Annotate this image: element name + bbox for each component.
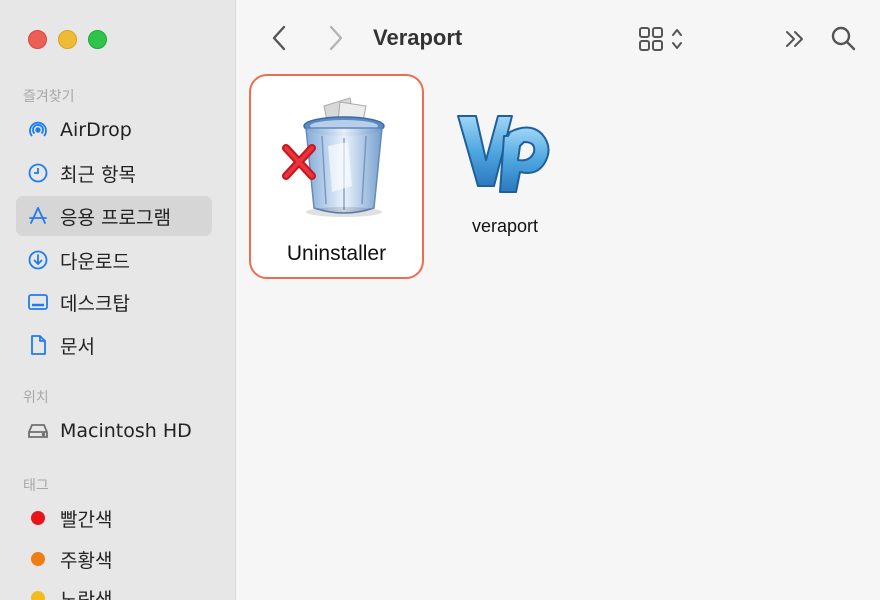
sidebar: 즐겨찾기 AirDrop 최근 항목 응용 프로그램 다운로드 데스크탑 문서 … <box>0 0 236 600</box>
applications-icon <box>26 204 50 228</box>
red-tag-icon <box>31 511 45 525</box>
sidebar-item-tag-orange[interactable]: 주황색 <box>16 539 212 579</box>
view-options-button[interactable] <box>633 24 689 54</box>
window-controls <box>28 30 107 49</box>
sidebar-item-desktop[interactable]: 데스크탑 <box>16 282 212 322</box>
sidebar-item-label: AirDrop <box>60 119 132 141</box>
sidebar-item-tag-red[interactable]: 빨간색 <box>16 498 212 538</box>
zoom-window-button[interactable] <box>88 30 107 49</box>
orange-tag-icon <box>31 552 45 566</box>
yellow-tag-icon <box>31 591 45 600</box>
sidebar-item-label: 데스크탑 <box>60 292 130 315</box>
file-item-label: Uninstaller <box>286 242 387 265</box>
sidebar-item-tag-yellow[interactable]: 노란색 <box>16 578 212 600</box>
sidebar-item-label: Macintosh HD <box>60 420 192 442</box>
file-item-veraport[interactable]: veraport <box>440 74 570 254</box>
sidebar-item-macintosh-hd[interactable]: Macintosh HD <box>16 411 212 451</box>
sidebar-item-label: 최근 항목 <box>60 163 136 186</box>
desktop-icon <box>26 290 50 314</box>
search-icon <box>831 26 856 51</box>
sidebar-item-downloads[interactable]: 다운로드 <box>16 240 212 280</box>
grid-view-icon <box>639 27 663 51</box>
close-window-button[interactable] <box>28 30 47 49</box>
search-button[interactable] <box>829 24 857 52</box>
toolbar: Veraport <box>237 0 880 76</box>
sidebar-item-label: 빨간색 <box>60 508 113 531</box>
double-chevron-right-icon <box>786 31 803 47</box>
harddrive-icon <box>26 419 50 443</box>
sidebar-item-label: 노란색 <box>60 588 113 600</box>
clock-icon <box>26 161 50 185</box>
chevron-right-icon <box>329 25 343 51</box>
file-browser-content: Uninstaller veraport <box>237 74 880 600</box>
sidebar-item-label: 주황색 <box>60 549 113 572</box>
locations-section-title: 위치 <box>23 390 49 406</box>
updown-chevron-icon <box>672 29 682 49</box>
airdrop-icon <box>26 118 50 142</box>
download-icon <box>26 248 50 272</box>
tags-section-title: 태그 <box>23 478 49 494</box>
minimize-window-button[interactable] <box>58 30 77 49</box>
forward-button[interactable] <box>324 24 348 52</box>
window-title: Veraport <box>373 25 463 50</box>
sidebar-item-airdrop[interactable]: AirDrop <box>16 110 212 150</box>
back-button[interactable] <box>267 24 291 52</box>
sidebar-item-documents[interactable]: 문서 <box>16 325 212 365</box>
document-icon <box>26 333 50 357</box>
file-item-uninstaller[interactable]: Uninstaller <box>249 74 424 279</box>
favorites-section-title: 즐겨찾기 <box>23 89 75 105</box>
sidebar-item-label: 응용 프로그램 <box>60 206 171 229</box>
veraport-logo-icon <box>457 115 550 193</box>
chevron-left-icon <box>272 25 286 51</box>
sidebar-item-label: 문서 <box>60 335 95 358</box>
sidebar-item-label: 다운로드 <box>60 250 130 273</box>
sidebar-item-applications[interactable]: 응용 프로그램 <box>16 196 212 236</box>
trash-uninstaller-icon <box>281 97 385 217</box>
file-item-label: veraport <box>471 216 539 236</box>
sidebar-item-recents[interactable]: 최근 항목 <box>16 153 212 193</box>
more-toolbar-button[interactable] <box>782 26 808 52</box>
